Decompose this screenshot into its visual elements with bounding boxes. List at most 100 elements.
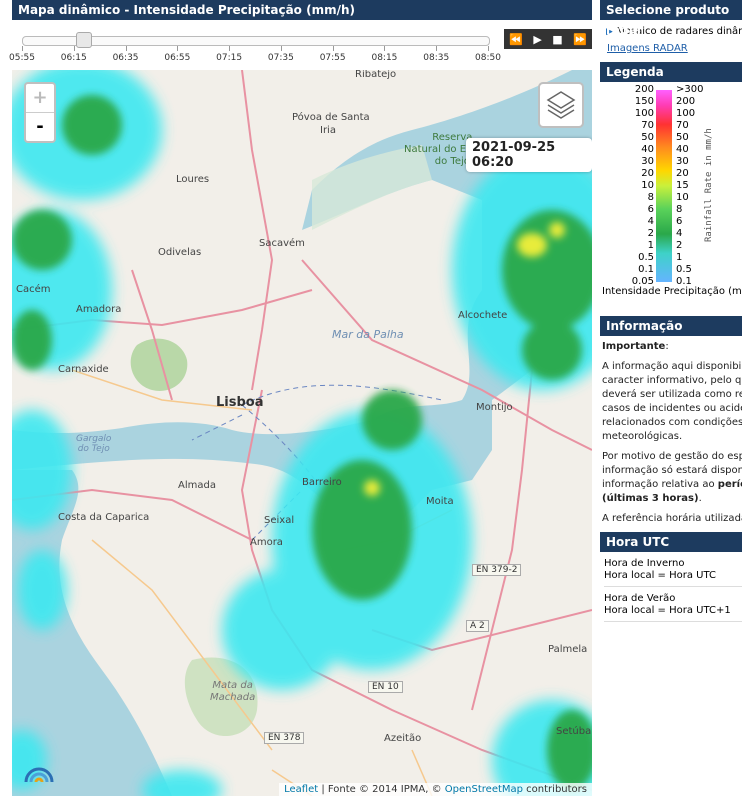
info-text: Importante: A informação aqui disponibil… (600, 336, 742, 526)
info-header: Informação (600, 316, 742, 336)
label-sacavem: Sacavém (259, 238, 305, 249)
ipma-logo-icon (24, 767, 54, 783)
label-odivelas: Odivelas (158, 247, 202, 258)
time-tick (177, 46, 179, 51)
label-mar-da-palha: Mar da Palha (332, 328, 404, 341)
time-tick-label: 06:55 (164, 53, 191, 63)
time-tick-label: 07:35 (267, 53, 294, 63)
time-tick-label: 07:55 (319, 53, 346, 63)
label-amadora: Amadora (76, 304, 122, 315)
winter-value: Hora local = Hora UTC (604, 570, 716, 581)
legend-right-label: 40 (676, 144, 689, 155)
legend-right-label: 4 (676, 228, 683, 239)
utc-header: Hora UTC (600, 532, 742, 552)
road-en378: EN 378 (264, 732, 305, 744)
play-button[interactable]: ▶ (533, 33, 541, 46)
osm-link[interactable]: OpenStreetMap (445, 784, 523, 795)
time-tick (488, 46, 489, 51)
legend-right-label: 20 (676, 168, 689, 179)
legend-left-label: 0.05 (631, 276, 654, 287)
map-timestamp: 2021-09-25 06:20 (466, 138, 592, 172)
legend-right-label: 50 (676, 132, 689, 143)
zoom-in-button[interactable]: + (26, 84, 54, 113)
road-en379-2: EN 379-2 (472, 564, 522, 576)
time-tick (125, 46, 127, 51)
radar-map[interactable]: Ribatejo Póvoa de Santa Iria Loures Rese… (12, 70, 592, 796)
legend-left-label: 4 (647, 216, 654, 227)
label-setubal: Setúbal (556, 726, 592, 737)
info-line: deverá ser utilizada como referência em (602, 389, 742, 400)
time-tick (436, 46, 438, 51)
summer-value: Hora local = Hora UTC+1 (604, 605, 731, 616)
label-loures: Loures (176, 174, 210, 185)
layers-icon (546, 91, 576, 119)
layers-button[interactable] (538, 82, 584, 128)
attribution-source: | Fonte © 2014 IPMA, © (318, 784, 445, 795)
time-tick (384, 46, 386, 51)
label-cacem: Cacém (16, 284, 51, 295)
legend-right-label: 6 (676, 216, 683, 227)
info2-line2: informação só estará disponível (602, 465, 742, 476)
legend-left-label: 0.1 (638, 264, 654, 275)
radar-images-link[interactable]: Imagens RADAR (607, 43, 742, 54)
label-povoa: Póvoa de Santa (292, 112, 370, 123)
legend-left-label: 20 (641, 168, 654, 179)
info2-bold: período (717, 479, 742, 490)
info-line: caracter informativo, pelo que não (602, 375, 742, 386)
time-slider: ⏪ ▶ ■ ⏩ 05:55 06:15 06:35 06:55 07:15 07:35 07… (9, 22, 592, 68)
legend-axis-label: Rainfall Rate in mm/h (704, 128, 714, 242)
time-tick-label: 08:15 (371, 53, 398, 63)
label-amora: Amora (250, 537, 283, 548)
road-a2: A 2 (466, 620, 489, 632)
time-tick (229, 46, 231, 51)
time-slider-track[interactable] (22, 36, 490, 46)
summer-time: Hora de Verão Hora local = Hora UTC+1 (604, 593, 742, 622)
info3: A referência horária utilizada é UTC (602, 513, 742, 524)
product-header: Selecione produto radar (600, 0, 742, 37)
legend-right-label: 2 (676, 240, 683, 251)
label-ribatejo: Ribatejo (355, 70, 397, 80)
label-almada: Almada (178, 480, 216, 491)
time-tick-label: 06:35 (112, 53, 139, 63)
label-costa-caparica: Costa da Caparica (58, 512, 150, 523)
winter-time: Hora de Inverno Hora local = Hora UTC (604, 558, 742, 587)
info2-dot: . (698, 493, 702, 504)
legend-right-label: >300 (676, 84, 704, 95)
rewind-button[interactable]: ⏪ (509, 33, 523, 46)
legend-right-label: 8 (676, 204, 683, 215)
legend-left-label: 10 (641, 180, 654, 191)
side-panel: Selecione produto radar ▶ Mosaico de rad… (600, 0, 742, 800)
info2-line4: (últimas 3 horas) (602, 493, 699, 504)
label-barreiro: Barreiro (302, 477, 342, 488)
legend-left-label: 30 (641, 156, 654, 167)
legend-right-label: 10 (676, 192, 689, 203)
playback-controls: ⏪ ▶ ■ ⏩ (504, 29, 592, 49)
time-tick (332, 46, 334, 51)
legend-left-label: 70 (641, 120, 654, 131)
road-en10: EN 10 (368, 681, 403, 693)
label-palmela: Palmela (548, 644, 588, 655)
label-alcochete: Alcochete (458, 310, 508, 321)
leaflet-link[interactable]: Leaflet (284, 784, 318, 795)
zoom-out-button[interactable]: - (26, 113, 54, 141)
summer-title: Hora de Verão (604, 593, 676, 604)
legend-right-label: 15 (676, 180, 689, 191)
info-line: relacionados com condições (602, 417, 742, 428)
label-lisboa: Lisboa (216, 395, 264, 410)
stop-button[interactable]: ■ (552, 33, 562, 46)
legend-caption: Intensidade Precipitação (mm/h) (602, 286, 742, 297)
legend-colorbar (656, 90, 672, 282)
info-paragraph: A informação aqui disponibilizada tem car… (602, 360, 742, 444)
legend-left-label: 1 (647, 240, 654, 251)
legend-right-label: 200 (676, 96, 696, 107)
time-tick (280, 46, 282, 51)
winter-title: Hora de Inverno (604, 558, 685, 569)
label-gargalo: Gargalo do Tejo (76, 434, 112, 454)
legend-left-label: 6 (647, 204, 654, 215)
legend-right-label: 0.5 (676, 264, 692, 275)
label-mata-machada: Mata da Machada (210, 680, 256, 703)
label-azeitao: Azeitão (384, 733, 422, 744)
time-tick (73, 46, 75, 51)
fast-forward-button[interactable]: ⏩ (573, 33, 587, 46)
map-panel-title: Mapa dinâmico - Intensidade Precipitação… (12, 0, 592, 20)
